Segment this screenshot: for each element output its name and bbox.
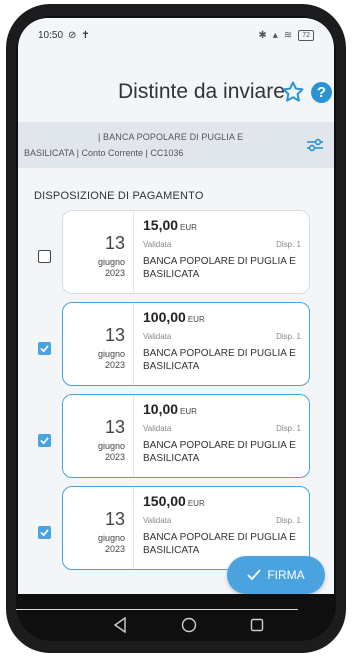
payment-month: giugno (97, 257, 125, 267)
star-icon (282, 81, 304, 102)
battery-icon: 72 (298, 29, 314, 41)
filter-icon (307, 138, 323, 152)
check-icon (40, 437, 49, 445)
payment-date: 13 giugno 2023 (63, 211, 134, 293)
payment-currency: EUR (187, 499, 205, 508)
payment-amount-value: 10,00 (143, 401, 179, 417)
payment-amount: 150,00 EUR (143, 493, 205, 509)
payment-status: Validata (143, 240, 172, 249)
payment-month: giugno (97, 441, 125, 451)
payment-status: Validata (143, 516, 172, 525)
payment-year: 2023 (104, 544, 125, 554)
payment-checkbox[interactable] (38, 250, 51, 263)
app-screen: 10:50 ⊘ ✝ ✱ ▴ ≋ 72 Distinte da inviare ?… (18, 18, 334, 594)
payment-currency: EUR (180, 223, 197, 232)
payment-amount: 10,00 EUR (143, 401, 197, 417)
payment-date: 13 giugno 2023 (63, 395, 134, 477)
payment-card[interactable]: 13 giugno 2023 15,00 EUR Validata Disp. 1… (62, 210, 310, 294)
help-button[interactable]: ? (311, 82, 332, 103)
check-icon (247, 569, 262, 581)
payment-year: 2023 (104, 452, 125, 462)
payment-amount-value: 15,00 (143, 217, 179, 233)
payment-amount-value: 100,00 (143, 309, 186, 325)
payment-currency: EUR (180, 407, 197, 416)
payment-row: 13 giugno 2023 100,00 EUR Validata Disp. … (18, 302, 334, 388)
payment-day: 13 (104, 509, 125, 529)
payment-disp: Disp. 1 (276, 240, 301, 249)
payment-amount-value: 150,00 (143, 493, 186, 509)
back-icon[interactable] (113, 617, 127, 633)
recents-icon[interactable] (250, 618, 264, 632)
payment-checkbox[interactable] (38, 342, 51, 355)
payment-bank: BANCA POPOLARE DI PUGLIA E BASILICATA (143, 348, 296, 372)
payment-currency: EUR (187, 315, 205, 324)
check-icon (40, 529, 49, 537)
payment-date: 13 giugno 2023 (63, 487, 134, 569)
payment-row: 13 giugno 2023 15,00 EUR Validata Disp. 1… (18, 210, 334, 296)
wifi-icon: ≋ (283, 29, 293, 41)
favorite-button[interactable] (281, 80, 305, 104)
status-bar: 10:50 ⊘ ✝ ✱ ▴ ≋ 72 (18, 18, 334, 52)
help-icon: ? (316, 84, 327, 101)
firma-label: FIRMA (267, 568, 305, 582)
filter-button[interactable] (306, 136, 324, 154)
payment-checkbox[interactable] (38, 526, 51, 539)
payment-month: giugno (97, 349, 125, 359)
firma-button[interactable]: FIRMA (227, 556, 325, 594)
payment-checkbox[interactable] (38, 434, 51, 447)
payment-bank: BANCA POPOLARE DI PUGLIA E BASILICATA (143, 440, 296, 464)
payment-disp: Disp. 1 (276, 516, 301, 525)
signal-icon: ▴ (272, 29, 278, 41)
payment-month: giugno (97, 533, 125, 543)
account-bar: | BANCA POPOLARE DI PUGLIA E BASILICATA … (18, 122, 334, 168)
payment-card[interactable]: 13 giugno 2023 10,00 EUR Validata Disp. 1… (62, 394, 310, 478)
payment-bank: BANCA POPOLARE DI PUGLIA E BASILICATA (143, 532, 296, 556)
payment-year: 2023 (104, 268, 125, 278)
payment-disp: Disp. 1 (276, 332, 301, 341)
account-line2: BASILICATA | Conto Corrente | CC1036 (24, 148, 184, 158)
dnd-icon: ⊘ (68, 29, 77, 41)
payment-status: Validata (143, 332, 172, 341)
payment-year: 2023 (104, 360, 125, 370)
page-title: Distinte da inviare (118, 80, 285, 103)
payment-status: Validata (143, 424, 172, 433)
payment-row: 13 giugno 2023 10,00 EUR Validata Disp. 1… (18, 394, 334, 480)
battery-level: 72 (302, 31, 310, 39)
payment-day: 13 (104, 417, 125, 437)
bluetooth-icon: ✱ (258, 29, 267, 41)
check-icon (40, 345, 49, 353)
payment-day: 13 (104, 325, 125, 345)
section-title: DISPOSIZIONE DI PAGAMENTO (34, 190, 204, 202)
payment-amount: 15,00 EUR (143, 217, 197, 233)
home-icon[interactable] (181, 617, 197, 633)
status-time: 10:50 (38, 29, 64, 41)
payment-date: 13 giugno 2023 (63, 303, 134, 385)
system-navigation (0, 600, 354, 650)
payment-amount: 100,00 EUR (143, 309, 205, 325)
page-header: Distinte da inviare ? (18, 74, 334, 110)
account-line1: | BANCA POPOLARE DI PUGLIA E (98, 132, 244, 142)
payment-disp: Disp. 1 (276, 424, 301, 433)
payment-bank: BANCA POPOLARE DI PUGLIA E BASILICATA (143, 256, 296, 280)
payment-day: 13 (104, 233, 125, 253)
payment-card[interactable]: 13 giugno 2023 100,00 EUR Validata Disp. … (62, 302, 310, 386)
notification-icon: ✝ (81, 29, 90, 41)
phone-bezel: 10:50 ⊘ ✝ ✱ ▴ ≋ 72 Distinte da inviare ?… (16, 16, 336, 641)
